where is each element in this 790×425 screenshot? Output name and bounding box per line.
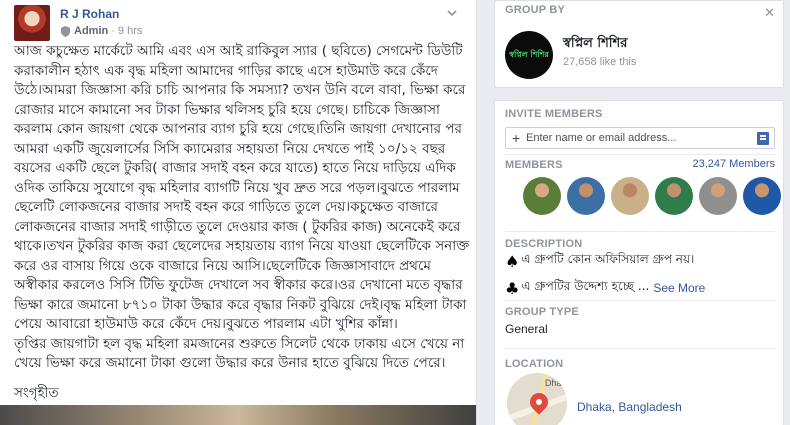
group-by-title: GROUP BY	[505, 4, 566, 16]
invite-title: INVITE MEMBERS	[505, 108, 603, 120]
group-info-card: INVITE MEMBERS + MEMBERS 23,247 Members …	[494, 100, 784, 425]
plus-icon: +	[512, 130, 521, 146]
group-logo-text: স্বপ্নিল শিশির	[509, 49, 549, 59]
close-icon[interactable]: ✕	[764, 5, 775, 21]
group-logo[interactable]: স্বপ্নিল শিশির	[505, 31, 553, 79]
post-header: R J Rohan Admin · 9 hrs	[14, 3, 464, 41]
post-body: আজ কচুক্ষেত মার্কেটে আমি এবং এস আই রাকিব…	[14, 42, 470, 403]
member-avatars	[523, 177, 781, 215]
description-line-1: ♠ এ গ্রুপটি কোন অফিসিয়াল গ্রুপ নয়।	[505, 251, 694, 271]
post-paragraph-2: তৃপ্তির জায়গাটা হল বৃদ্ধ মহিলা রমজানের …	[14, 335, 465, 372]
author-avatar[interactable]	[14, 5, 50, 41]
author-role: Admin	[74, 25, 109, 37]
post-paragraph-1: আজ কচুক্ষেত মার্কেটে আমি এবং এস আই রাকিব…	[14, 43, 470, 332]
member-avatar[interactable]	[655, 177, 693, 215]
location-map[interactable]: Dhak	[507, 373, 567, 425]
right-sidebar: GROUP BY ✕ স্বপ্নিল শিশির স্বপ্নিল শিশির…	[494, 0, 790, 425]
group-type-title: GROUP TYPE	[505, 306, 579, 318]
members-count-link[interactable]: 23,247 Members	[692, 158, 775, 170]
divider	[505, 300, 775, 301]
member-avatar[interactable]	[699, 177, 737, 215]
see-more-link[interactable]: See More	[653, 281, 705, 295]
member-avatar[interactable]	[611, 177, 649, 215]
author-name[interactable]: R J Rohan	[60, 7, 119, 21]
description-title: DESCRIPTION	[505, 238, 583, 250]
invite-input[interactable]	[526, 130, 746, 146]
spade-icon: ♠	[505, 251, 520, 271]
post-photo[interactable]	[0, 405, 476, 425]
map-pin-icon	[526, 389, 552, 415]
admin-shield-icon	[60, 25, 71, 37]
group-type-value: General	[505, 322, 548, 336]
club-icon: ♣	[505, 278, 520, 298]
group-likes: 27,658 like this	[563, 56, 637, 68]
chevron-down-icon[interactable]	[446, 7, 458, 19]
description-line-2: ♣ এ গ্রুপটির উদ্দেশ্য হচ্ছে ... See More	[505, 278, 705, 298]
divider	[505, 348, 775, 349]
group-by-card: GROUP BY ✕ স্বপ্নিল শিশির স্বপ্নিল শিশির…	[494, 0, 784, 88]
location-link[interactable]: Dhaka, Bangladesh	[577, 400, 682, 414]
post-time[interactable]: 9 hrs	[118, 25, 142, 37]
group-name[interactable]: স্বপ্নিল শিশির	[563, 34, 627, 55]
post-signature: সংগৃহীত	[14, 384, 59, 401]
member-avatar[interactable]	[743, 177, 781, 215]
description-text-2: এ গ্রুপটির উদ্দেশ্য হচ্ছে ...	[521, 279, 650, 293]
post-meta: Admin · 9 hrs	[60, 25, 142, 37]
description-text-1: এ গ্রুপটি কোন অফিসিয়াল গ্রুপ নয়।	[521, 252, 695, 266]
post-card: R J Rohan Admin · 9 hrs আজ কচুক্ষেত মার্…	[0, 0, 477, 425]
address-book-icon[interactable]	[757, 132, 769, 145]
members-title: MEMBERS	[505, 159, 563, 171]
location-title: LOCATION	[505, 358, 564, 370]
invite-field[interactable]: +	[505, 127, 775, 149]
divider	[505, 231, 775, 232]
map-label: Dhak	[545, 378, 567, 388]
divider	[505, 154, 775, 155]
meta-separator: ·	[111, 25, 115, 37]
member-avatar[interactable]	[567, 177, 605, 215]
member-avatar[interactable]	[523, 177, 561, 215]
